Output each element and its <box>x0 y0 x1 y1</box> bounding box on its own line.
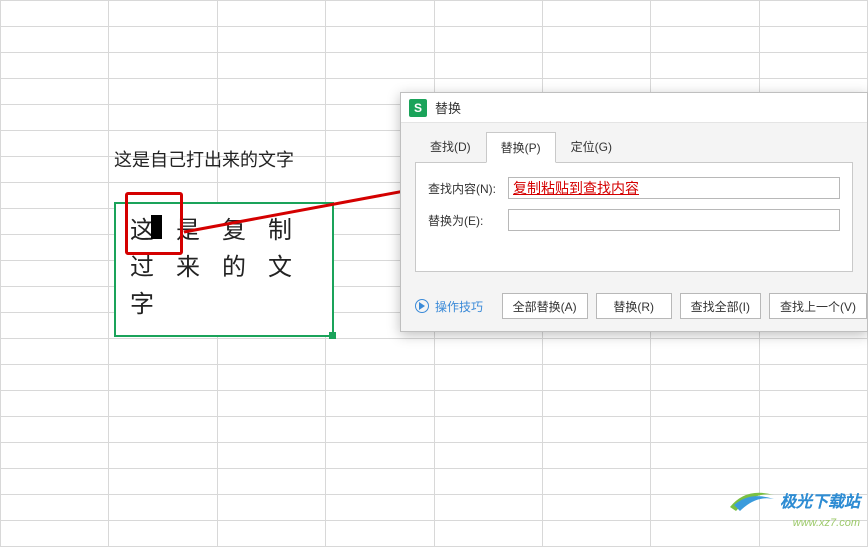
find-content-label: 查找内容(N): <box>428 180 508 197</box>
replace-all-button[interactable]: 全部替换(A) <box>502 293 588 319</box>
find-all-button[interactable]: 查找全部(I) <box>680 293 761 319</box>
pasted-line-3: 字 <box>130 286 318 323</box>
tips-link[interactable]: 操作技巧 <box>415 298 483 315</box>
dialog-body: 查找内容(N): 替换为(E): <box>415 162 853 272</box>
watermark-url: www.xz7.com <box>793 517 860 529</box>
tab-find[interactable]: 查找(D) <box>415 131 486 162</box>
replace-with-label: 替换为(E): <box>428 212 508 229</box>
watermark-swoosh-icon <box>728 485 776 515</box>
tab-replace[interactable]: 替换(P) <box>486 132 556 163</box>
typed-text-cell[interactable]: 这是自己打出来的文字 <box>114 146 294 172</box>
annotation-highlight-rect <box>125 192 183 255</box>
dialog-tabs: 查找(D) 替换(P) 定位(G) <box>401 123 867 162</box>
tips-label: 操作技巧 <box>435 298 483 315</box>
pasted-line-1b: 是复制 <box>176 217 314 244</box>
dialog-titlebar[interactable]: S 替换 <box>401 93 867 123</box>
dialog-title: 替换 <box>435 98 461 117</box>
wps-spreadsheet-icon: S <box>409 99 427 117</box>
replace-button[interactable]: 替换(R) <box>596 293 672 319</box>
find-replace-dialog: S 替换 查找(D) 替换(P) 定位(G) 查找内容(N): 替换为(E): … <box>400 92 868 332</box>
find-content-input[interactable] <box>508 177 840 199</box>
watermark-brand: 极光下载站 <box>780 488 860 512</box>
tab-goto[interactable]: 定位(G) <box>556 131 627 162</box>
replace-with-input[interactable] <box>508 209 840 231</box>
play-circle-icon <box>415 299 429 313</box>
watermark: 极光下载站 www.xz7.com <box>728 485 860 529</box>
find-prev-button[interactable]: 查找上一个(V) <box>769 293 867 319</box>
dialog-footer: 操作技巧 全部替换(A) 替换(R) 查找全部(I) 查找上一个(V) <box>415 293 867 319</box>
